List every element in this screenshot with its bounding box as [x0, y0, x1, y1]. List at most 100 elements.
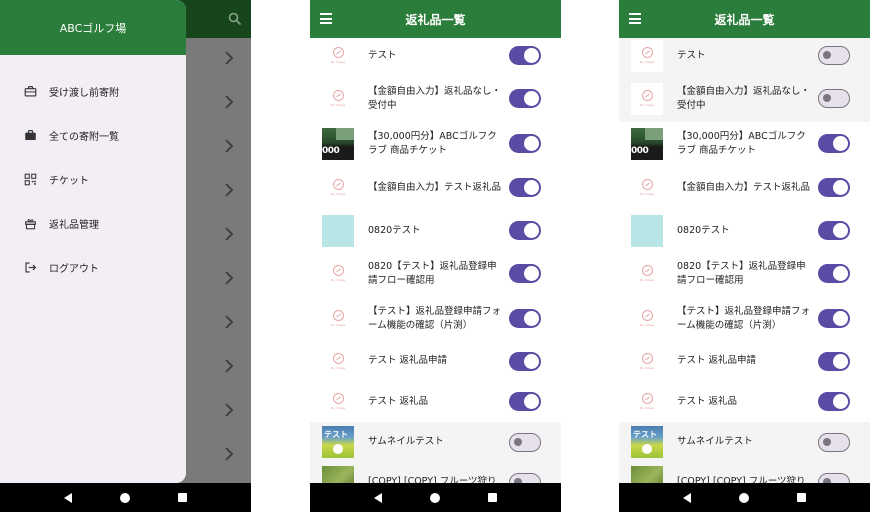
- list-item[interactable]: No Image テスト 返礼品: [310, 381, 561, 422]
- publish-toggle[interactable]: [509, 46, 541, 65]
- drawer-title: ABCゴルフ場: [59, 21, 127, 35]
- chevron-right-icon: [225, 359, 234, 373]
- gift-icon: [25, 218, 36, 229]
- app-bar: 返礼品一覧: [310, 0, 561, 38]
- no-image-icon: [332, 393, 344, 404]
- chevron-right-icon: [225, 271, 234, 285]
- no-image-thumbnail: No Image: [322, 257, 354, 290]
- recent-apps-icon[interactable]: [797, 493, 806, 502]
- list-item[interactable]: No Image 【金額自由入力】テスト返礼品: [310, 165, 561, 210]
- publish-toggle[interactable]: [509, 351, 541, 371]
- list-item[interactable]: No Image 0820【テスト】返礼品登録申請フロー確認用: [310, 251, 561, 296]
- menu-item-pre-delivery-donations[interactable]: 受け渡し前寄附: [0, 69, 186, 113]
- app-bar: 返礼品一覧: [619, 0, 870, 38]
- no-image-thumbnail: No Image: [322, 302, 354, 335]
- list-item[interactable]: No Image 0820【テスト】返礼品登録申請フロー確認用: [619, 251, 870, 296]
- list-item[interactable]: No Image テスト 返礼品申請: [619, 341, 870, 381]
- publish-toggle[interactable]: [509, 309, 541, 328]
- chevron-right-icon: [225, 183, 234, 197]
- publish-toggle[interactable]: [818, 392, 850, 411]
- recent-apps-icon[interactable]: [488, 493, 497, 502]
- publish-toggle[interactable]: [818, 221, 850, 240]
- no-image-thumbnail: No Image: [322, 171, 354, 204]
- list-item[interactable]: No Image テスト: [619, 36, 870, 75]
- item-label: 【金額自由入力】テスト返礼品: [368, 181, 502, 193]
- publish-toggle[interactable]: [818, 432, 850, 452]
- gift-list-screen-before: 返礼品一覧 No Image テスト No Image 【金額自由入力】返礼品なし・受…: [310, 0, 561, 512]
- menu-item-label: 全ての寄附一覧: [49, 131, 119, 143]
- no-image-caption: No Image: [639, 103, 655, 107]
- gift-list-screen-after: 返礼品一覧 No Image テスト No Image 【金額自由入力】返礼品なし・受…: [619, 0, 870, 512]
- publish-toggle[interactable]: [509, 134, 541, 153]
- publish-toggle[interactable]: [509, 178, 541, 197]
- no-image-thumbnail: No Image: [322, 82, 354, 115]
- publish-toggle[interactable]: [509, 221, 541, 240]
- publish-toggle[interactable]: [818, 134, 850, 153]
- menu-item-label: ログアウト: [49, 263, 99, 275]
- publish-toggle[interactable]: [818, 309, 850, 328]
- plain-color-thumbnail: [322, 214, 354, 247]
- list-item[interactable]: No Image 【金額自由入力】返礼品なし・受付中: [619, 75, 870, 122]
- recent-apps-icon[interactable]: [178, 493, 187, 502]
- menu-item-gift-management[interactable]: 返礼品管理: [0, 201, 186, 245]
- list-item[interactable]: No Image 【金額自由入力】テスト返礼品: [619, 165, 870, 210]
- list-item[interactable]: No Image テスト 返礼品申請: [310, 341, 561, 381]
- list-item[interactable]: テスト サムネイルテスト: [310, 422, 561, 462]
- list-item[interactable]: 0820テスト: [619, 210, 870, 251]
- hamburger-menu-icon[interactable]: [320, 13, 332, 24]
- publish-toggle[interactable]: [818, 178, 850, 197]
- item-label: 0820テスト: [677, 224, 730, 236]
- item-label: テスト 返礼品: [677, 395, 738, 407]
- list-item[interactable]: 0820テスト: [310, 210, 561, 251]
- home-icon[interactable]: [739, 492, 749, 503]
- no-image-thumbnail: No Image: [631, 39, 663, 72]
- publish-toggle[interactable]: [509, 89, 541, 108]
- list-item[interactable]: No Image テスト 返礼品: [619, 381, 870, 422]
- menu-item-label: チケット: [49, 175, 89, 187]
- no-image-caption: No Image: [330, 406, 346, 410]
- no-image-thumbnail: No Image: [322, 345, 354, 377]
- list-item[interactable]: No Image 【金額自由入力】返礼品なし・受付中: [310, 75, 561, 122]
- no-image-thumbnail: No Image: [631, 82, 663, 115]
- item-label: テスト 返礼品申請: [368, 355, 448, 367]
- item-label: 【金額自由入力】返礼品なし・受付中: [677, 85, 811, 111]
- menu-item-tickets[interactable]: チケット: [0, 157, 186, 201]
- chevron-right-icon: [225, 95, 234, 109]
- home-icon[interactable]: [120, 492, 130, 503]
- list-item[interactable]: No Image 【テスト】返礼品登録申請フォーム機能の確認（片渕）: [310, 296, 561, 341]
- system-navigation-bar: [0, 483, 251, 512]
- item-label: 【テスト】返礼品登録申請フォーム機能の確認（片渕）: [677, 305, 811, 331]
- list-item[interactable]: 000 【30,000円分】ABCゴルフクラブ 商品チケット: [619, 122, 870, 165]
- publish-toggle[interactable]: [509, 392, 541, 411]
- gift-list: No Image テスト No Image 【金額自由入力】返礼品なし・受付中 000 【…: [310, 36, 561, 502]
- no-image-icon: [332, 310, 344, 321]
- home-icon[interactable]: [430, 492, 440, 503]
- list-item[interactable]: No Image テスト: [310, 36, 561, 75]
- publish-toggle[interactable]: [509, 264, 541, 283]
- no-image-icon: [641, 310, 653, 321]
- no-image-caption: No Image: [639, 278, 655, 282]
- item-label: 【テスト】返礼品登録申請フォーム機能の確認（片渕）: [368, 305, 502, 331]
- publish-toggle[interactable]: [818, 46, 850, 65]
- list-item[interactable]: 000 【30,000円分】ABCゴルフクラブ 商品チケット: [310, 122, 561, 165]
- menu-item-all-donations[interactable]: 全ての寄附一覧: [0, 113, 186, 157]
- no-image-icon: [332, 47, 344, 58]
- publish-toggle[interactable]: [818, 264, 850, 283]
- no-image-icon: [332, 179, 344, 190]
- list-item[interactable]: No Image 【テスト】返礼品登録申請フォーム機能の確認（片渕）: [619, 296, 870, 341]
- chevron-right-icon: [225, 403, 234, 417]
- publish-toggle[interactable]: [509, 432, 541, 452]
- system-navigation-bar: [310, 483, 561, 512]
- list-item[interactable]: テスト サムネイルテスト: [619, 422, 870, 462]
- publish-toggle[interactable]: [818, 351, 850, 371]
- back-icon[interactable]: [374, 492, 382, 503]
- back-icon[interactable]: [683, 492, 691, 503]
- back-icon[interactable]: [64, 492, 72, 503]
- menu-item-logout[interactable]: ログアウト: [0, 245, 186, 289]
- item-label: テスト 返礼品申請: [677, 355, 757, 367]
- golf-ball-thumbnail: テスト: [322, 426, 354, 458]
- hamburger-menu-icon[interactable]: [629, 13, 641, 24]
- page-title: 返礼品一覧: [714, 12, 775, 27]
- no-image-icon: [332, 352, 344, 364]
- publish-toggle[interactable]: [818, 89, 850, 108]
